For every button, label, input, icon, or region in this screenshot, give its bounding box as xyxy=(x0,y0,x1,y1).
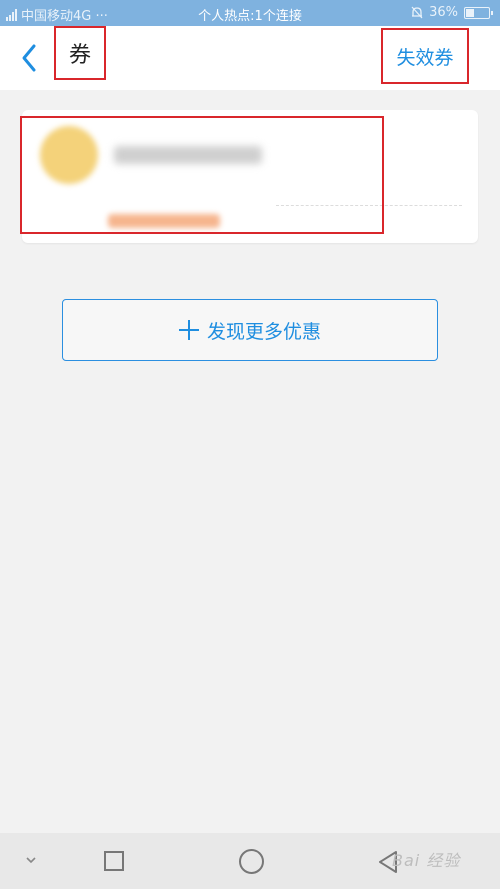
expired-coupons-button[interactable]: 失效券 xyxy=(381,28,469,84)
recent-apps-button[interactable] xyxy=(104,851,124,871)
battery-icon xyxy=(464,6,493,19)
home-button[interactable] xyxy=(239,849,264,874)
discover-label: 发现更多优惠 xyxy=(206,320,321,343)
back-button[interactable] xyxy=(16,40,46,76)
page-title: 券 xyxy=(54,26,106,80)
annotation-box xyxy=(20,116,384,234)
watermark: Bai 经验 xyxy=(392,851,461,870)
app-header: 券 失效券 xyxy=(0,26,500,90)
status-bar: 中国移动4G ··· 个人热点:1个连接 36% xyxy=(0,0,500,26)
chevron-left-icon xyxy=(22,44,36,72)
discover-more-button[interactable]: 发现更多优惠 xyxy=(62,299,438,361)
system-nav-bar: Bai 经验 xyxy=(0,833,500,889)
chevron-down-icon[interactable] xyxy=(24,853,38,867)
battery-percent: 36% xyxy=(429,5,458,20)
alarm-icon xyxy=(411,6,423,19)
plus-icon xyxy=(178,320,199,340)
status-right: 36% xyxy=(411,5,493,20)
